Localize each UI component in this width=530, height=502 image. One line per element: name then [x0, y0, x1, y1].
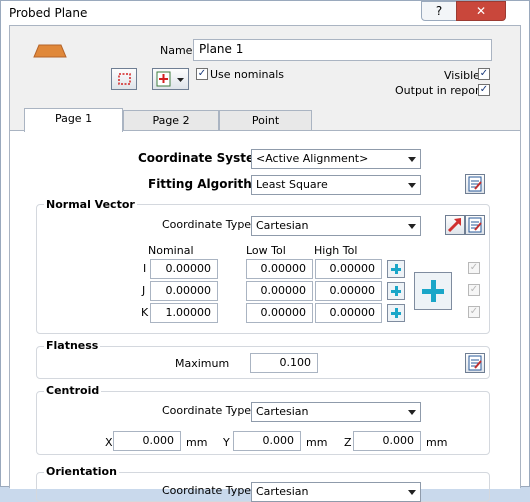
- flatness-maximum-input[interactable]: 0.100: [250, 353, 318, 373]
- plus-minus-i-button[interactable]: [387, 260, 405, 278]
- coordinate-system-select[interactable]: <Active Alignment>: [251, 149, 421, 169]
- chevron-down-icon: [408, 183, 416, 188]
- use-nominals-checkbox[interactable]: ✓: [196, 68, 208, 80]
- coordinate-system-label: Coordinate System: [138, 151, 267, 165]
- axis-k-checkbox[interactable]: ✓: [468, 306, 480, 318]
- arrow-icon: [447, 218, 461, 233]
- help-button[interactable]: ?: [421, 1, 457, 21]
- nominal-k-input[interactable]: 1.00000: [150, 303, 218, 323]
- plus-minus-all-button[interactable]: [414, 272, 452, 310]
- chevron-down-icon: [408, 157, 416, 162]
- centroid-y-label: Y: [223, 436, 230, 449]
- insert-menu-button[interactable]: [152, 68, 189, 90]
- flatness-title: Flatness: [44, 339, 101, 352]
- select-points-icon: [118, 73, 131, 85]
- centroid-coordinate-type-select[interactable]: Cartesian: [251, 402, 421, 422]
- axis-j-checkbox[interactable]: ✓: [468, 284, 480, 296]
- vector-arrow-button[interactable]: [445, 215, 465, 235]
- normal-coordinate-type-value: Cartesian: [256, 219, 309, 232]
- centroid-coordinate-type-value: Cartesian: [256, 405, 309, 418]
- edit-document-icon: [468, 355, 482, 371]
- centroid-x-label: X: [105, 436, 113, 449]
- fitting-algorithm-value: Least Square: [256, 178, 328, 191]
- chevron-down-icon: [408, 410, 416, 415]
- title-bar: Probed Plane ? ✕: [1, 1, 529, 25]
- name-label: Name: [160, 44, 193, 57]
- tab-page-2[interactable]: Page 2: [123, 110, 219, 132]
- normal-coordinate-type-select[interactable]: Cartesian: [251, 216, 421, 236]
- chevron-down-icon: [408, 224, 416, 229]
- high-tol-k-input[interactable]: 0.00000: [315, 303, 382, 323]
- chevron-down-icon: [408, 490, 416, 495]
- high-tol-j-input[interactable]: 0.00000: [315, 281, 382, 301]
- centroid-z-unit: mm: [426, 436, 448, 449]
- use-nominals-label: Use nominals: [210, 68, 285, 81]
- low-tol-j-input[interactable]: 0.00000: [246, 281, 313, 301]
- low-tol-k-input[interactable]: 0.00000: [246, 303, 313, 323]
- tab-point-sources[interactable]: Point Sources(00): [219, 110, 312, 147]
- orientation-title: Orientation: [44, 465, 119, 478]
- low-tol-column-header: Low Tol: [246, 244, 286, 257]
- fitting-settings-button[interactable]: [465, 174, 485, 194]
- edit-document-icon: [468, 176, 482, 192]
- edit-document-icon: [468, 217, 482, 233]
- high-tol-i-input[interactable]: 0.00000: [315, 259, 382, 279]
- nominal-j-input[interactable]: 0.00000: [150, 281, 218, 301]
- coordinate-system-value: <Active Alignment>: [256, 152, 369, 165]
- centroid-z-input[interactable]: 0.000: [353, 431, 421, 451]
- insert-dropdown-icon: [156, 71, 184, 87]
- centroid-coordinate-type-label: Coordinate Type: [162, 404, 252, 417]
- axis-i-checkbox[interactable]: ✓: [468, 262, 480, 274]
- name-input[interactable]: Plane 1: [193, 39, 492, 61]
- point-select-button[interactable]: [111, 68, 137, 90]
- centroid-x-unit: mm: [186, 436, 208, 449]
- centroid-x-input[interactable]: 0.000: [113, 431, 181, 451]
- tab-page-1[interactable]: Page 1: [24, 108, 123, 132]
- plus-minus-k-button[interactable]: [387, 304, 405, 322]
- normal-vector-title: Normal Vector: [44, 198, 137, 211]
- low-tol-i-input[interactable]: 0.00000: [246, 259, 313, 279]
- centroid-title: Centroid: [44, 384, 102, 397]
- visible-label: Visible: [444, 69, 480, 82]
- output-in-report-checkbox[interactable]: ✓: [478, 84, 490, 96]
- visible-checkbox[interactable]: ✓: [478, 68, 490, 80]
- tab-page-content: Coordinate System <Active Alignment> Fit…: [10, 130, 520, 502]
- fitting-algorithm-label: Fitting Algorithm: [148, 177, 265, 191]
- fitting-algorithm-select[interactable]: Least Square: [251, 175, 421, 195]
- close-button[interactable]: ✕: [456, 1, 506, 21]
- orientation-coordinate-type-select[interactable]: Cartesian: [251, 482, 421, 502]
- probed-plane-window: Probed Plane ? ✕ Name Plane 1 ✓ Use nomi…: [0, 0, 530, 502]
- orientation-coordinate-type-label: Coordinate Type: [162, 484, 252, 497]
- plane-feature-icon: [33, 44, 67, 58]
- nominal-column-header: Nominal: [148, 244, 194, 257]
- centroid-y-unit: mm: [306, 436, 328, 449]
- normal-coordinate-type-label: Coordinate Type: [162, 218, 252, 231]
- window-title: Probed Plane: [9, 6, 88, 20]
- flatness-settings-button[interactable]: [465, 353, 485, 373]
- centroid-z-label: Z: [344, 436, 352, 449]
- dialog-body: Name Plane 1 ✓ Use nominals Visible ✓ Ou…: [9, 25, 521, 502]
- normal-settings-button[interactable]: [465, 215, 485, 235]
- maximum-label: Maximum: [175, 357, 230, 370]
- axis-i-label: I: [143, 262, 147, 275]
- centroid-y-input[interactable]: 0.000: [233, 431, 301, 451]
- high-tol-column-header: High Tol: [314, 244, 358, 257]
- output-in-report-label: Output in report: [395, 84, 484, 97]
- nominal-i-input[interactable]: 0.00000: [150, 259, 218, 279]
- axis-j-label: J: [142, 284, 146, 297]
- axis-k-label: K: [141, 306, 149, 319]
- plus-minus-j-button[interactable]: [387, 282, 405, 300]
